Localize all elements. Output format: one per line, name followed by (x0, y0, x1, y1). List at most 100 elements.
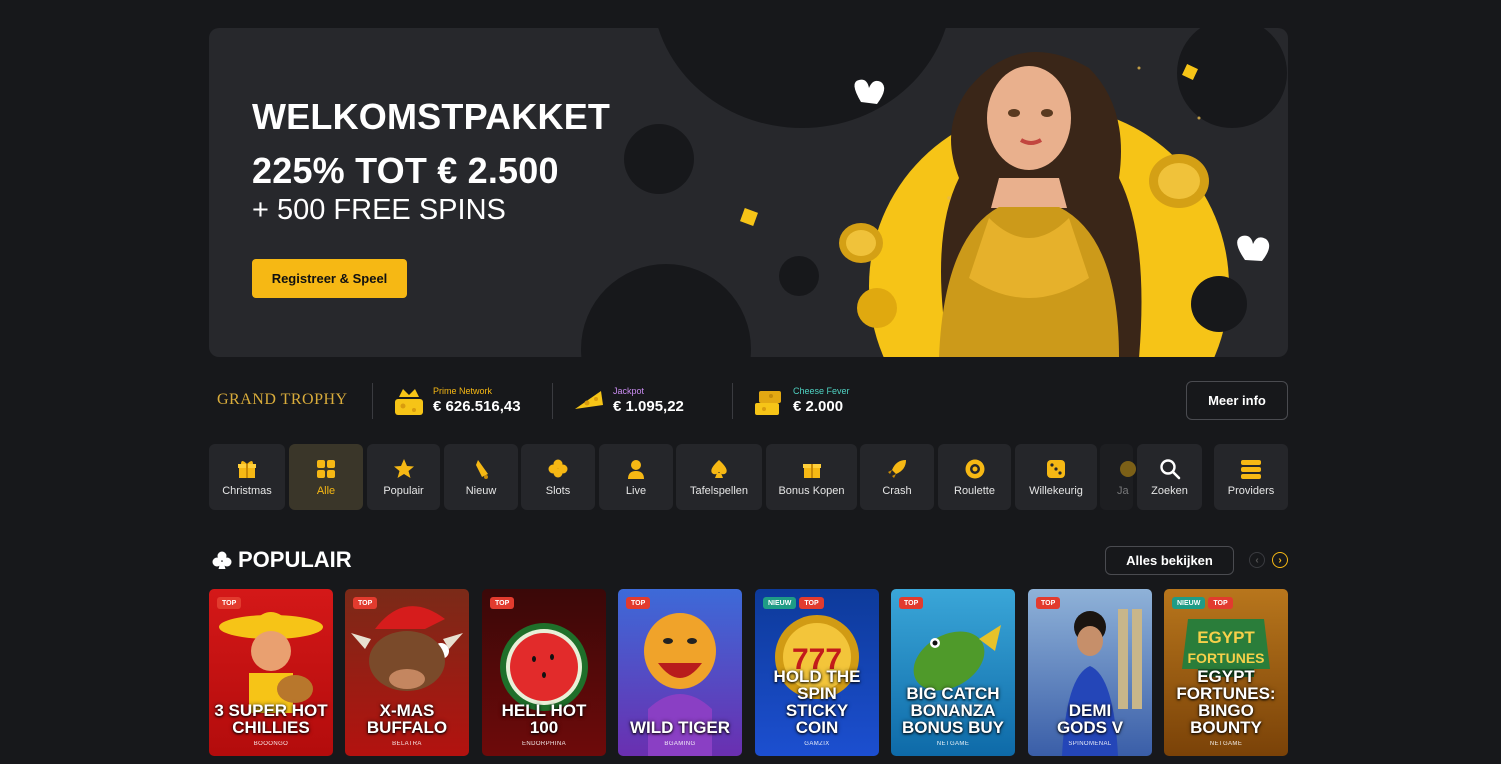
category-label: Bonus Kopen (778, 484, 845, 497)
jackpot-cheese-fever: Cheese Fever € 2.000 (751, 383, 850, 419)
divider (552, 383, 553, 419)
carousel-next-button[interactable]: › (1272, 552, 1288, 568)
category-live[interactable]: Live (599, 444, 673, 510)
providers-icon (1241, 459, 1261, 479)
new-badge: NIEUW (763, 597, 797, 609)
game-title: DEMI GODS V (1056, 701, 1124, 737)
category-label: Live (625, 484, 647, 497)
game-card[interactable]: TOP 3 SUPER HOT CHILLIES BOOONGO (209, 589, 333, 756)
section-title-populair: POPULAIR (212, 546, 352, 574)
category-label: Christmas (222, 484, 272, 497)
svg-text:FORTUNES: FORTUNES (1188, 650, 1265, 666)
badges: NIEUW TOP (763, 597, 824, 609)
view-all-button[interactable]: Alles bekijken (1105, 546, 1234, 575)
game-title: X-MAS BUFFALO (366, 701, 448, 737)
badges: TOP (490, 597, 515, 609)
section-title: POPULAIR (238, 547, 352, 572)
game-title: EGYPT FORTUNES: BINGO BOUNTY (1176, 667, 1276, 737)
top-badge: TOP (217, 597, 242, 609)
roulette-icon (965, 459, 984, 478)
category-christmas[interactable]: Christmas (209, 444, 285, 510)
more-info-button[interactable]: Meer info (1186, 381, 1288, 420)
category-alle[interactable]: Alle (289, 444, 363, 510)
category-populair[interactable]: Populair (367, 444, 440, 510)
spade-icon (711, 459, 727, 478)
svg-text:EGYPT: EGYPT (1197, 628, 1255, 647)
game-provider: NETGAME (936, 741, 970, 747)
top-badge: TOP (1036, 597, 1061, 609)
category-bonus-kopen[interactable]: Bonus Kopen (766, 444, 857, 510)
game-card[interactable]: TOP BIG CATCH BONANZA BONUS BUY NETGAME (891, 589, 1015, 756)
game-provider: ENDORPHINA (521, 741, 566, 747)
category-label: Tafelspellen (689, 484, 749, 497)
badges: TOP (353, 597, 378, 609)
game-card[interactable]: TOP WILD TIGER BGAMING (618, 589, 742, 756)
jackpot-value: € 626.516,43 (433, 397, 521, 415)
gift-icon (802, 463, 821, 478)
clover-icon (548, 459, 568, 477)
jackpot-prime-network: Prime Network € 626.516,43 (391, 383, 521, 419)
jackpot-value: € 2.000 (793, 397, 844, 415)
category-label: Alle (316, 484, 336, 497)
top-badge: TOP (353, 597, 378, 609)
category-label: Ja (1117, 484, 1129, 497)
rocket-icon (888, 459, 906, 478)
game-card[interactable]: TOP DEMI GODS V SPINOMENAL (1028, 589, 1152, 756)
category-zoeken[interactable]: Zoeken (1137, 444, 1202, 510)
bell-icon (476, 459, 488, 479)
carousel-prev-button[interactable]: ‹ (1249, 552, 1265, 568)
divider (732, 383, 733, 419)
hero-free-spins: + 500 FREE SPINS (252, 194, 506, 226)
category-jackpot[interactable]: Ja (1100, 444, 1136, 510)
category-nieuw[interactable]: Nieuw (444, 444, 518, 510)
game-card[interactable]: 777 NIEUW TOP HOLD THE SPIN STICKY COIN G… (755, 589, 879, 756)
category-label: Zoeken (1151, 484, 1188, 497)
game-title: HELL HOT 100 (501, 701, 587, 737)
top-badge: TOP (799, 597, 824, 609)
heart-icon (854, 79, 885, 104)
game-card[interactable]: TOP HELL HOT 100 ENDORPHINA (482, 589, 606, 756)
category-roulette[interactable]: Roulette (938, 444, 1011, 510)
category-label: Nieuw (465, 484, 497, 497)
grid-icon (317, 459, 335, 478)
jackpot-label: Prime Network (433, 385, 493, 396)
hero-headline: WELKOMSTPAKKET 225% TOT € 2.500 (252, 90, 610, 198)
jackpot-label: Cheese Fever (793, 385, 850, 396)
heart-icon (1237, 235, 1270, 261)
category-willekeurig[interactable]: Willekeurig (1015, 444, 1097, 510)
grand-trophy-logo: GRAND TROPHY (217, 391, 348, 408)
game-title: WILD TIGER (629, 718, 731, 737)
cheese-stack-icon (755, 391, 781, 415)
game-provider: BGAMING (664, 741, 696, 747)
welcome-banner[interactable]: WELKOMSTPAKKET 225% TOT € 2.500 + 500 FR… (209, 28, 1288, 357)
category-label: Providers (1227, 484, 1275, 497)
category-label: Crash (882, 484, 912, 497)
game-card[interactable]: TOP X-MAS BUFFALO BELATRA (345, 589, 469, 756)
game-provider: NETGAME (1209, 741, 1243, 747)
category-crash[interactable]: Crash (860, 444, 934, 510)
top-badge: TOP (626, 597, 651, 609)
register-play-button[interactable]: Registreer & Speel (252, 259, 407, 298)
category-slots[interactable]: Slots (521, 444, 595, 510)
jackpot-main: Jackpot € 1.095,22 (571, 383, 684, 419)
game-provider: SPINOMENAL (1068, 741, 1112, 747)
jackpot-label: Jackpot (613, 385, 645, 396)
category-label: Willekeurig (1029, 484, 1083, 497)
gift-icon (238, 460, 256, 478)
badges: TOP (1036, 597, 1061, 609)
jackpot-value: € 1.095,22 (613, 397, 684, 415)
game-provider: BELATRA (392, 741, 422, 747)
top-badge: TOP (899, 597, 924, 609)
badges: NIEUW TOP (1172, 597, 1233, 609)
hero-line-1: WELKOMSTPAKKET (252, 96, 611, 137)
game-provider: BOOONGO (253, 741, 289, 747)
category-tafelspellen[interactable]: Tafelspellen (676, 444, 762, 510)
top-badge: TOP (1208, 597, 1233, 609)
category-providers[interactable]: Providers (1214, 444, 1288, 510)
jackpot-icon (1120, 460, 1136, 477)
new-badge: NIEUW (1172, 597, 1206, 609)
game-title: BIG CATCH BONANZA BONUS BUY (901, 684, 1004, 737)
dealer-icon (628, 459, 644, 479)
badges: TOP (626, 597, 651, 609)
game-card[interactable]: EGYPT FORTUNES NIEUW TOP EGYPT FORTUNES: … (1164, 589, 1288, 756)
